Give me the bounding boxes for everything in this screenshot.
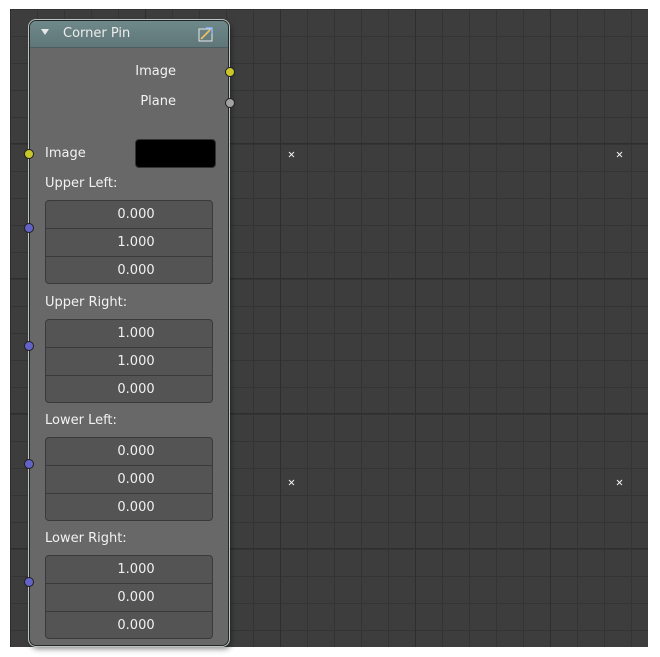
- upper-left-socket[interactable]: [24, 223, 34, 233]
- input-image-label: Image: [45, 146, 86, 161]
- image-color-field[interactable]: [135, 139, 216, 168]
- upper-right-socket[interactable]: [24, 341, 34, 351]
- lower-left-z-field[interactable]: 0.000: [46, 494, 212, 520]
- upper-left-vector[interactable]: 0.000 1.000 0.000: [45, 200, 213, 284]
- lower-left-vector[interactable]: 0.000 0.000 0.000: [45, 437, 213, 521]
- triangle-down-icon[interactable]: [41, 29, 49, 35]
- corner-marker-top-right: [616, 151, 623, 158]
- upper-right-label: Upper Right:: [45, 295, 128, 310]
- lower-left-x-field[interactable]: 0.000: [46, 438, 212, 466]
- output-plane-socket[interactable]: [225, 98, 235, 108]
- upper-right-vector[interactable]: 1.000 1.000 0.000: [45, 319, 213, 403]
- lower-right-label: Lower Right:: [45, 531, 127, 546]
- corner-marker-top-left: [288, 151, 295, 158]
- upper-left-z-field[interactable]: 0.000: [46, 257, 212, 283]
- lower-right-vector[interactable]: 1.000 0.000 0.000: [45, 555, 213, 639]
- image-preview-icon[interactable]: [198, 26, 214, 42]
- lower-right-y-field[interactable]: 0.000: [46, 584, 212, 612]
- lower-right-z-field[interactable]: 0.000: [46, 612, 212, 638]
- lower-left-y-field[interactable]: 0.000: [46, 466, 212, 494]
- input-image-socket[interactable]: [24, 149, 34, 159]
- output-image-label: Image: [135, 64, 176, 79]
- lower-left-socket[interactable]: [24, 459, 34, 469]
- lower-right-socket[interactable]: [24, 577, 34, 587]
- upper-right-x-field[interactable]: 1.000: [46, 320, 212, 348]
- upper-left-y-field[interactable]: 1.000: [46, 229, 212, 257]
- node-title: Corner Pin: [63, 26, 131, 41]
- lower-left-label: Lower Left:: [45, 413, 117, 428]
- corner-marker-bottom-left: [288, 479, 295, 486]
- corner-pin-node[interactable]: Corner Pin Image Plane Image Upper Left:…: [29, 20, 229, 646]
- upper-right-y-field[interactable]: 1.000: [46, 348, 212, 376]
- output-image-socket[interactable]: [225, 67, 235, 77]
- upper-left-x-field[interactable]: 0.000: [46, 201, 212, 229]
- lower-right-x-field[interactable]: 1.000: [46, 556, 212, 584]
- corner-marker-bottom-right: [616, 479, 623, 486]
- upper-left-label: Upper Left:: [45, 176, 118, 191]
- upper-right-z-field[interactable]: 0.000: [46, 376, 212, 402]
- node-header[interactable]: Corner Pin: [30, 21, 228, 48]
- output-plane-label: Plane: [140, 94, 176, 109]
